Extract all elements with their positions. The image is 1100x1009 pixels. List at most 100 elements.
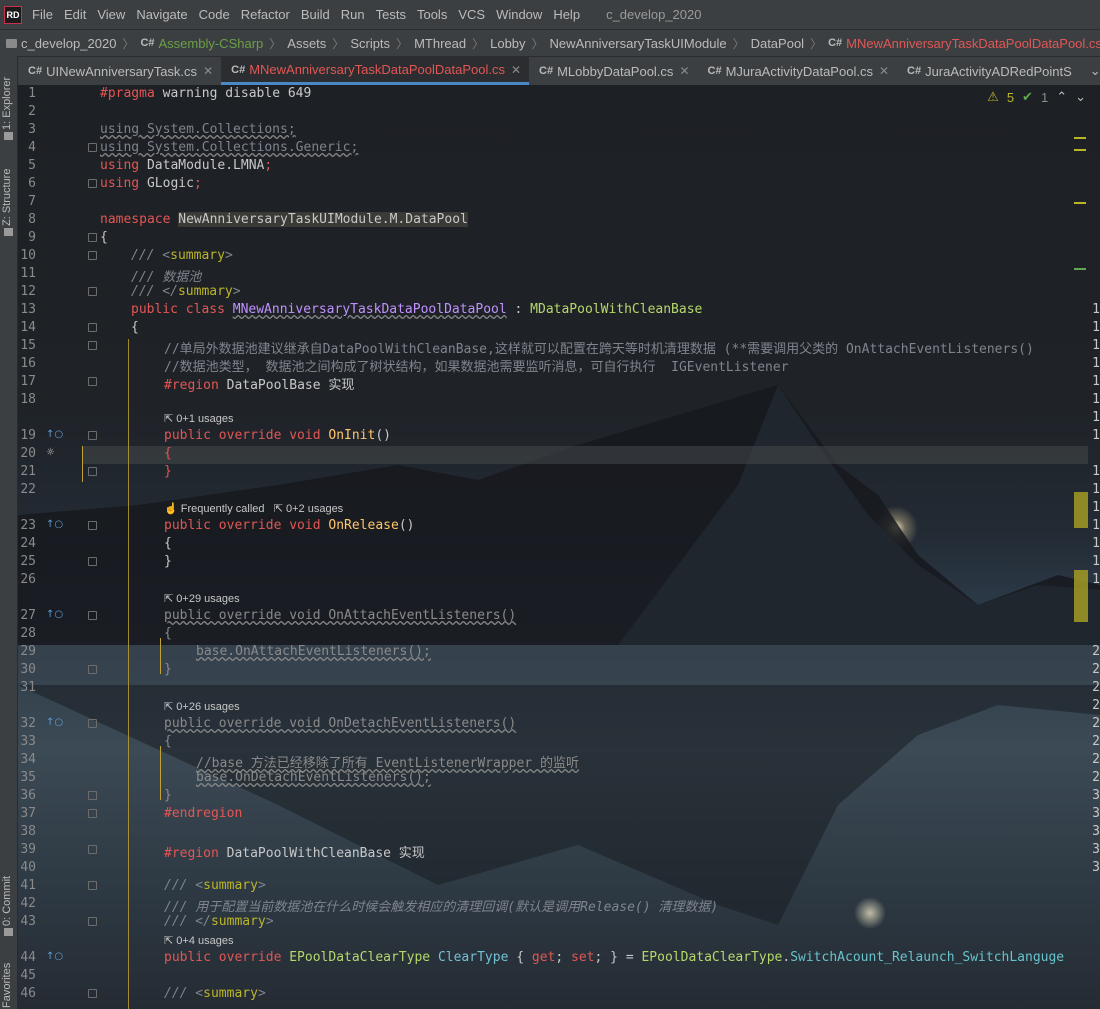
code-line-20[interactable]: { xyxy=(164,446,172,461)
fold-marker-icon[interactable] xyxy=(88,557,97,566)
code-line-15[interactable]: //单局外数据池建议继承自DataPoolWithCleanBase,这样就可以… xyxy=(164,338,1034,357)
code-line-4[interactable]: using System.Collections.Generic; xyxy=(100,140,358,155)
code-line-46[interactable]: /// <summary> xyxy=(164,986,266,1001)
code-line-25[interactable]: } xyxy=(164,554,172,569)
code-line-21[interactable]: } xyxy=(164,464,172,479)
fold-marker-icon[interactable] xyxy=(88,251,97,260)
menu-edit[interactable]: Edit xyxy=(64,7,86,22)
inspection-widget[interactable]: ⚠ 5 ✔ 1 ⌃ ⌄ xyxy=(987,89,1086,105)
structure-tool-button[interactable]: Z: Structure xyxy=(1,160,17,226)
rider-logo[interactable]: RD xyxy=(4,5,22,24)
fold-marker-icon[interactable] xyxy=(88,791,97,800)
crumb-project[interactable]: C# Assembly-CSharp xyxy=(140,36,263,51)
fold-marker-icon[interactable] xyxy=(88,377,97,386)
crumb-assets[interactable]: Assets xyxy=(287,36,326,51)
code-line-34[interactable]: //base 方法已经移除了所有 EventListenerWrapper 的监… xyxy=(196,752,579,771)
usages-hint[interactable]: ⇱ 0+4 usages xyxy=(164,934,233,947)
close-icon[interactable]: ✕ xyxy=(679,64,689,78)
explorer-tool-button[interactable]: 1: Explorer xyxy=(1,68,17,130)
code-line-9[interactable]: { xyxy=(100,230,108,245)
menu-code[interactable]: Code xyxy=(199,7,230,22)
code-line-6[interactable]: using GLogic; xyxy=(100,176,202,191)
fold-marker-icon[interactable] xyxy=(88,917,97,926)
bulb-icon[interactable]: ☼ xyxy=(46,447,55,458)
crumb-datapool[interactable]: DataPool xyxy=(751,36,804,51)
scrollbar-highlight[interactable] xyxy=(1074,570,1088,622)
fold-marker-icon[interactable] xyxy=(88,611,97,620)
menu-tests[interactable]: Tests xyxy=(376,7,406,22)
code-editor[interactable]: 1 2 3 4 5 6 7 8 9 10 11 12 13 14 15 16 1… xyxy=(18,85,1100,1009)
scrollbar-highlight[interactable] xyxy=(1074,492,1088,528)
menu-build[interactable]: Build xyxy=(301,7,330,22)
code-line-16[interactable]: //数据池类型， 数据池之间构成了树状结构，如果数据池需要监听消息，可自行执行 … xyxy=(164,356,789,375)
fold-marker-icon[interactable] xyxy=(88,467,97,476)
fold-marker-icon[interactable] xyxy=(88,719,97,728)
crumb-scripts[interactable]: Scripts xyxy=(350,36,390,51)
menu-refactor[interactable]: Refactor xyxy=(241,7,290,22)
code-line-37[interactable]: #endregion xyxy=(164,806,242,821)
fold-marker-icon[interactable] xyxy=(88,431,97,440)
usages-hint[interactable]: ☝ Frequently called ⇱ 0+2 usages xyxy=(164,502,343,515)
code-line-13[interactable]: public class MNewAnniversaryTaskDataPool… xyxy=(131,302,702,317)
code-line-33[interactable]: { xyxy=(164,734,172,749)
menu-navigate[interactable]: Navigate xyxy=(136,7,187,22)
close-icon[interactable]: ✕ xyxy=(203,64,213,78)
usages-hint[interactable]: ⇱ 0+26 usages xyxy=(164,700,240,713)
fold-marker-icon[interactable] xyxy=(88,881,97,890)
tab-uinewanniversarytask[interactable]: C# UINewAnniversaryTask.cs ✕ xyxy=(18,57,221,85)
crumb-file[interactable]: C# MNewAnniversaryTaskDataPoolDataPool.cs xyxy=(828,36,1100,51)
override-icon[interactable]: ↑○ xyxy=(46,519,63,530)
fold-marker-icon[interactable] xyxy=(88,665,97,674)
code-line-10[interactable]: /// <summary> xyxy=(131,248,233,263)
menu-window[interactable]: Window xyxy=(496,7,542,22)
fold-marker-icon[interactable] xyxy=(88,845,97,854)
code-line-36[interactable]: } xyxy=(164,788,172,803)
usages-hint[interactable]: ⇱ 0+29 usages xyxy=(164,592,240,605)
fold-marker-icon[interactable] xyxy=(88,179,97,188)
crumb-lobby[interactable]: Lobby xyxy=(490,36,525,51)
tab-list-chevron-icon[interactable]: ⌄ xyxy=(1080,57,1100,85)
warning-stripe[interactable] xyxy=(1074,202,1086,204)
code-line-41[interactable]: /// <summary> xyxy=(164,878,266,893)
code-line-3[interactable]: using System.Collections; xyxy=(100,122,296,137)
warning-stripe[interactable] xyxy=(1074,149,1086,151)
close-icon[interactable]: ✕ xyxy=(879,64,889,78)
code-line-42[interactable]: /// 用于配置当前数据池在什么时候会触发相应的清理回调(默认是调用Releas… xyxy=(164,896,718,915)
fold-marker-icon[interactable] xyxy=(88,323,97,332)
usages-hint[interactable]: ⇱ 0+1 usages xyxy=(164,412,233,425)
change-stripe[interactable] xyxy=(1074,268,1086,270)
code-line-11[interactable]: /// 数据池 xyxy=(131,266,201,285)
fold-marker-icon[interactable] xyxy=(88,989,97,998)
code-line-1[interactable]: #pragma warning disable 649 xyxy=(100,86,311,101)
fold-marker-icon[interactable] xyxy=(88,341,97,350)
code-line-24[interactable]: { xyxy=(164,536,172,551)
crumb-mthread[interactable]: MThread xyxy=(414,36,466,51)
favorites-tool-button[interactable]: Favorites xyxy=(1,956,17,1008)
override-icon[interactable]: ↑○ xyxy=(46,717,63,728)
fold-marker-icon[interactable] xyxy=(88,809,97,818)
tab-mjuraactivitydatapool[interactable]: C# MJuraActivityDataPool.cs ✕ xyxy=(698,57,898,85)
override-icon[interactable]: ↑○ xyxy=(46,951,63,962)
code-line-5[interactable]: using DataModule.LMNA; xyxy=(100,158,272,173)
menu-vcs[interactable]: VCS xyxy=(458,7,485,22)
fold-marker-icon[interactable] xyxy=(88,287,97,296)
override-icon[interactable]: ↑○ xyxy=(46,609,63,620)
code-line-12[interactable]: /// </summary> xyxy=(131,284,241,299)
chevron-down-icon[interactable]: ⌄ xyxy=(1075,89,1086,105)
code-line-27[interactable]: public override void OnAttachEventListen… xyxy=(164,608,516,623)
warning-stripe[interactable] xyxy=(1074,137,1086,139)
tab-mlobbydatapool[interactable]: C# MLobbyDataPool.cs ✕ xyxy=(529,57,697,85)
code-line-43[interactable]: /// </summary> xyxy=(164,914,274,929)
code-line-23[interactable]: public override void OnRelease() xyxy=(164,518,414,533)
code-line-19[interactable]: public override void OnInit() xyxy=(164,428,391,443)
menu-file[interactable]: File xyxy=(32,7,53,22)
code-line-30[interactable]: } xyxy=(164,662,172,677)
menu-view[interactable]: View xyxy=(97,7,125,22)
code-line-39[interactable]: #region DataPoolWithCleanBase 实现 xyxy=(164,842,425,861)
menu-run[interactable]: Run xyxy=(341,7,365,22)
crumb-module[interactable]: NewAnniversaryTaskUIModule xyxy=(550,36,727,51)
code-line-35[interactable]: base.OnDetachEventListeners(); xyxy=(196,770,431,785)
menu-help[interactable]: Help xyxy=(553,7,580,22)
fold-marker-icon[interactable] xyxy=(88,233,97,242)
commit-tool-button[interactable]: 0: Commit xyxy=(1,868,17,926)
